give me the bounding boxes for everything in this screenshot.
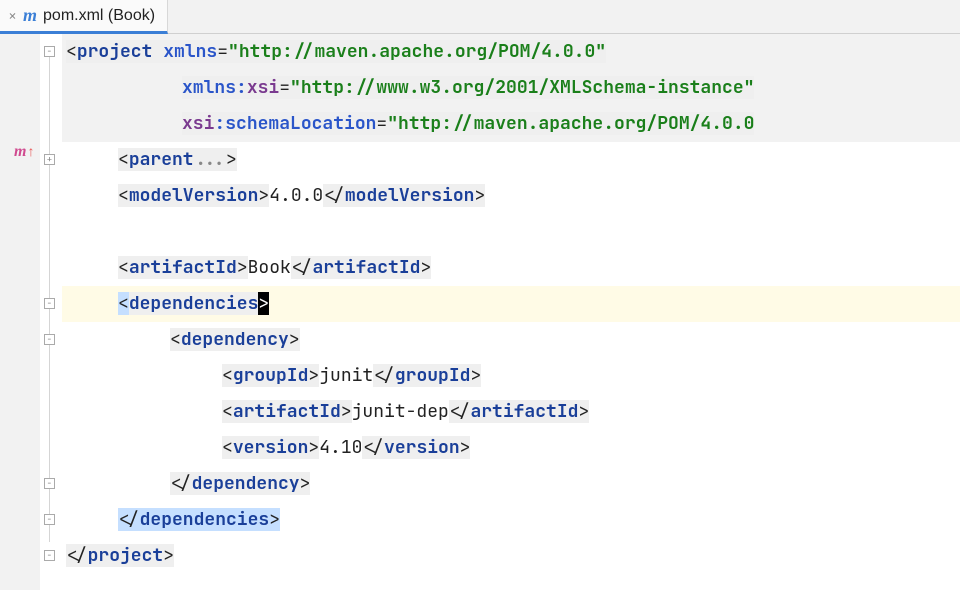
code-line[interactable]: <artifactId>junit-dep</artifactId>: [62, 394, 960, 430]
code-line[interactable]: <version>4.10</version>: [62, 430, 960, 466]
fold-toggle-dep[interactable]: −: [44, 334, 55, 345]
code-line[interactable]: <artifactId>Book</artifactId>: [62, 250, 960, 286]
text-cursor: >: [258, 292, 269, 315]
code-line[interactable]: xsi:schemaLocation="http://maven.apache.…: [62, 106, 960, 142]
code-line[interactable]: [62, 214, 960, 250]
code-line[interactable]: xmlns:xsi="http://www.w3.org/2001/XMLSch…: [62, 70, 960, 106]
fold-end-deps[interactable]: −: [44, 514, 55, 525]
tab-bar: × m pom.xml (Book): [0, 0, 960, 34]
code-line[interactable]: </dependencies>: [62, 502, 960, 538]
fold-column: − + − − − − −: [40, 34, 62, 590]
code-line[interactable]: </project>: [62, 538, 960, 574]
tab-label: pom.xml (Book): [43, 7, 155, 25]
code-line[interactable]: <modelVersion>4.0.0</modelVersion>: [62, 178, 960, 214]
code-area[interactable]: <project xmlns="http://maven.apache.org/…: [62, 34, 960, 590]
fold-toggle-parent[interactable]: +: [44, 154, 55, 165]
code-line[interactable]: <groupId>junit</groupId>: [62, 358, 960, 394]
fold-toggle[interactable]: −: [44, 46, 55, 57]
code-line-current[interactable]: <dependencies>: [62, 286, 960, 322]
maven-gutter-icon[interactable]: m↑: [14, 143, 34, 161]
code-line[interactable]: <parent...>: [62, 142, 960, 178]
code-line[interactable]: <project xmlns="http://maven.apache.org/…: [62, 34, 960, 70]
fold-end-dep[interactable]: −: [44, 478, 55, 489]
editor-tab[interactable]: × m pom.xml (Book): [0, 0, 168, 34]
fold-toggle-deps[interactable]: −: [44, 298, 55, 309]
close-icon[interactable]: ×: [8, 6, 17, 26]
code-line[interactable]: <dependency>: [62, 322, 960, 358]
maven-icon: m: [23, 5, 37, 26]
gutter: m↑: [0, 34, 40, 590]
fold-end-project[interactable]: −: [44, 550, 55, 561]
editor: m↑ − + − − − − − <project xmlns="http://…: [0, 34, 960, 590]
code-line[interactable]: </dependency>: [62, 466, 960, 502]
